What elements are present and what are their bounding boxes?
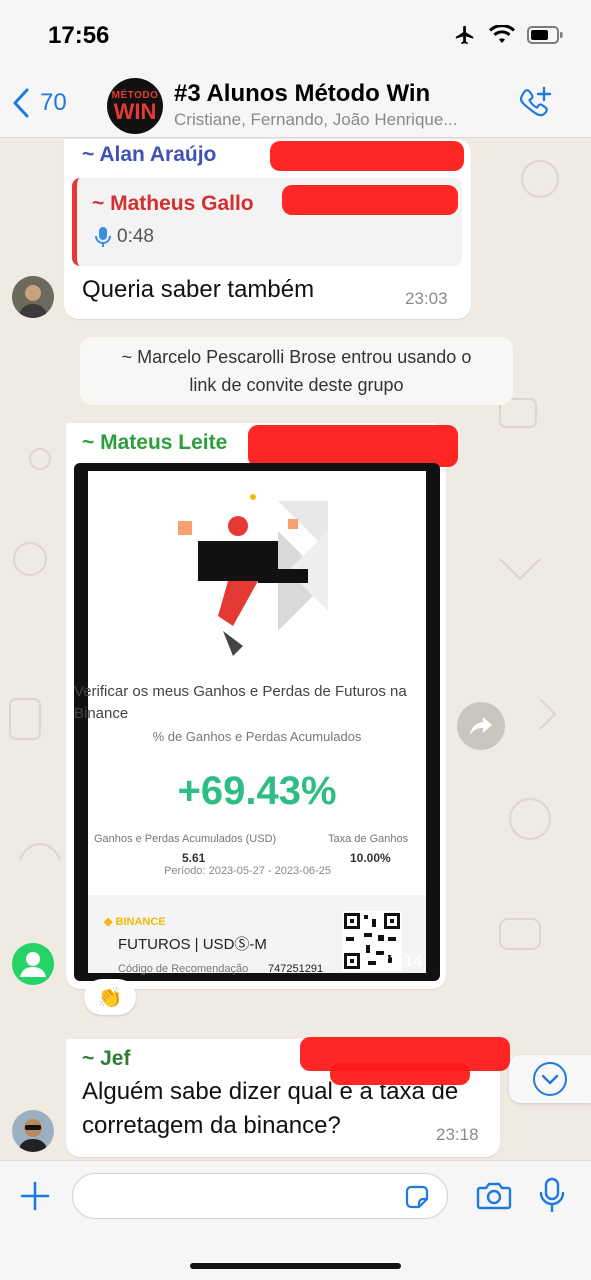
stat2-label: Taxa de Ganhos [328, 833, 409, 845]
audio-duration: 0:48 [117, 226, 154, 247]
attach-button[interactable] [20, 1181, 50, 1216]
avatar-photo [12, 1110, 54, 1152]
message-text: Queria saber também [82, 276, 315, 303]
back-button[interactable]: 70 [12, 88, 67, 118]
group-members[interactable]: Cristiane, Fernando, João Henrique... [174, 110, 494, 130]
stat2-value: 10.00% [350, 851, 391, 865]
message-input-bar [0, 1160, 591, 1280]
forward-button[interactable] [457, 702, 505, 750]
card-title-line2: Binance [74, 705, 129, 722]
battery-icon [527, 26, 563, 44]
product: FUTUROS | USDⓈ-M [118, 936, 267, 953]
plus-icon [20, 1181, 50, 1211]
microphone-icon [95, 227, 111, 247]
status-time: 17:56 [48, 22, 110, 49]
avatar[interactable] [12, 1110, 54, 1152]
quoted-audio: 0:48 [95, 226, 154, 248]
message-time: 23:18 [436, 1125, 479, 1144]
group-title[interactable]: #3 Alunos Método Win [174, 80, 430, 108]
status-icons [453, 24, 563, 46]
system-message: ~ Marcelo Pescarolli Brose entrou usando… [80, 337, 513, 405]
stat1-value: 5.61 [182, 851, 206, 865]
default-avatar-icon [12, 943, 54, 985]
group-avatar[interactable]: MÉTODO WIN [107, 78, 163, 134]
group-avatar-line2: WIN [113, 98, 157, 124]
period: Período: 2023-05-27 - 2023-06-25 [164, 865, 331, 877]
binance-illustration [178, 494, 328, 656]
airplane-icon [455, 25, 474, 45]
referral-label: Código de Recomendação [118, 963, 249, 975]
sender-name[interactable]: ~ Mateus Leite [82, 431, 227, 455]
phone-plus-icon [519, 86, 552, 117]
redaction-mark [330, 1063, 470, 1085]
chat-area[interactable]: ~ Alan Araújo ~ Matheus Gallo 0:48 Queri… [0, 139, 591, 1160]
wifi-icon [489, 25, 515, 43]
status-bar: 17:56 [0, 0, 591, 74]
card-subtitle: % de Ganhos e Perdas Acumulados [152, 729, 362, 744]
home-indicator [190, 1263, 401, 1269]
sender-name[interactable]: ~ Jef [82, 1047, 130, 1071]
message-time: 23:14 [380, 951, 423, 970]
redaction-mark [248, 425, 458, 467]
sticker-icon [405, 1185, 429, 1209]
sender-name[interactable]: ~ Alan Araújo [82, 143, 216, 167]
chat-header: 70 MÉTODO WIN #3 Alunos Método Win Crist… [0, 74, 591, 138]
camera-icon [476, 1182, 512, 1210]
message-input[interactable] [72, 1173, 448, 1219]
forward-icon [470, 717, 492, 735]
microphone-icon [539, 1177, 565, 1213]
microphone-button[interactable] [538, 1177, 566, 1218]
chevron-down-circle-icon [533, 1062, 567, 1096]
stat1-label: Ganhos e Perdas Acumulados (USD) [94, 833, 277, 845]
brand: BINANCE [115, 916, 166, 928]
card-footer: ◆ BINANCE FUTUROS | USDⓈ-M Código de Rec… [88, 895, 426, 975]
redaction-mark [282, 185, 458, 215]
camera-button[interactable] [476, 1179, 512, 1216]
binance-card: Verificar os meus Ganhos e Perdas de Fut… [74, 471, 426, 975]
unread-count: 70 [40, 89, 67, 116]
sticker-button[interactable] [403, 1183, 431, 1216]
system-line1: ~ Marcelo Pescarolli Brose entrou usando… [121, 347, 472, 367]
binance-logo: ◆ BINANCE [104, 916, 166, 928]
avatar-photo [12, 276, 54, 318]
card-title-line1: Verificar os meus Ganhos e Perdas de Fut… [74, 683, 407, 700]
message-time: 23:03 [405, 289, 448, 308]
add-call-button[interactable] [517, 86, 553, 127]
shared-image[interactable]: Verificar os meus Ganhos e Perdas de Fut… [74, 463, 440, 981]
message-text-line2: corretagem da binance? [82, 1112, 341, 1139]
chevron-left-icon [13, 88, 29, 118]
avatar[interactable] [12, 943, 54, 985]
system-line2: link de convite deste grupo [189, 375, 404, 395]
quoted-author: ~ Matheus Gallo [92, 192, 254, 215]
pnl-percent: +69.43% [177, 769, 337, 813]
redaction-mark [270, 141, 464, 171]
reaction-badge[interactable]: 👏 [84, 979, 136, 1015]
referral-code: 747251291 [268, 963, 324, 975]
avatar[interactable] [12, 276, 54, 318]
scroll-down-button[interactable] [509, 1055, 591, 1103]
